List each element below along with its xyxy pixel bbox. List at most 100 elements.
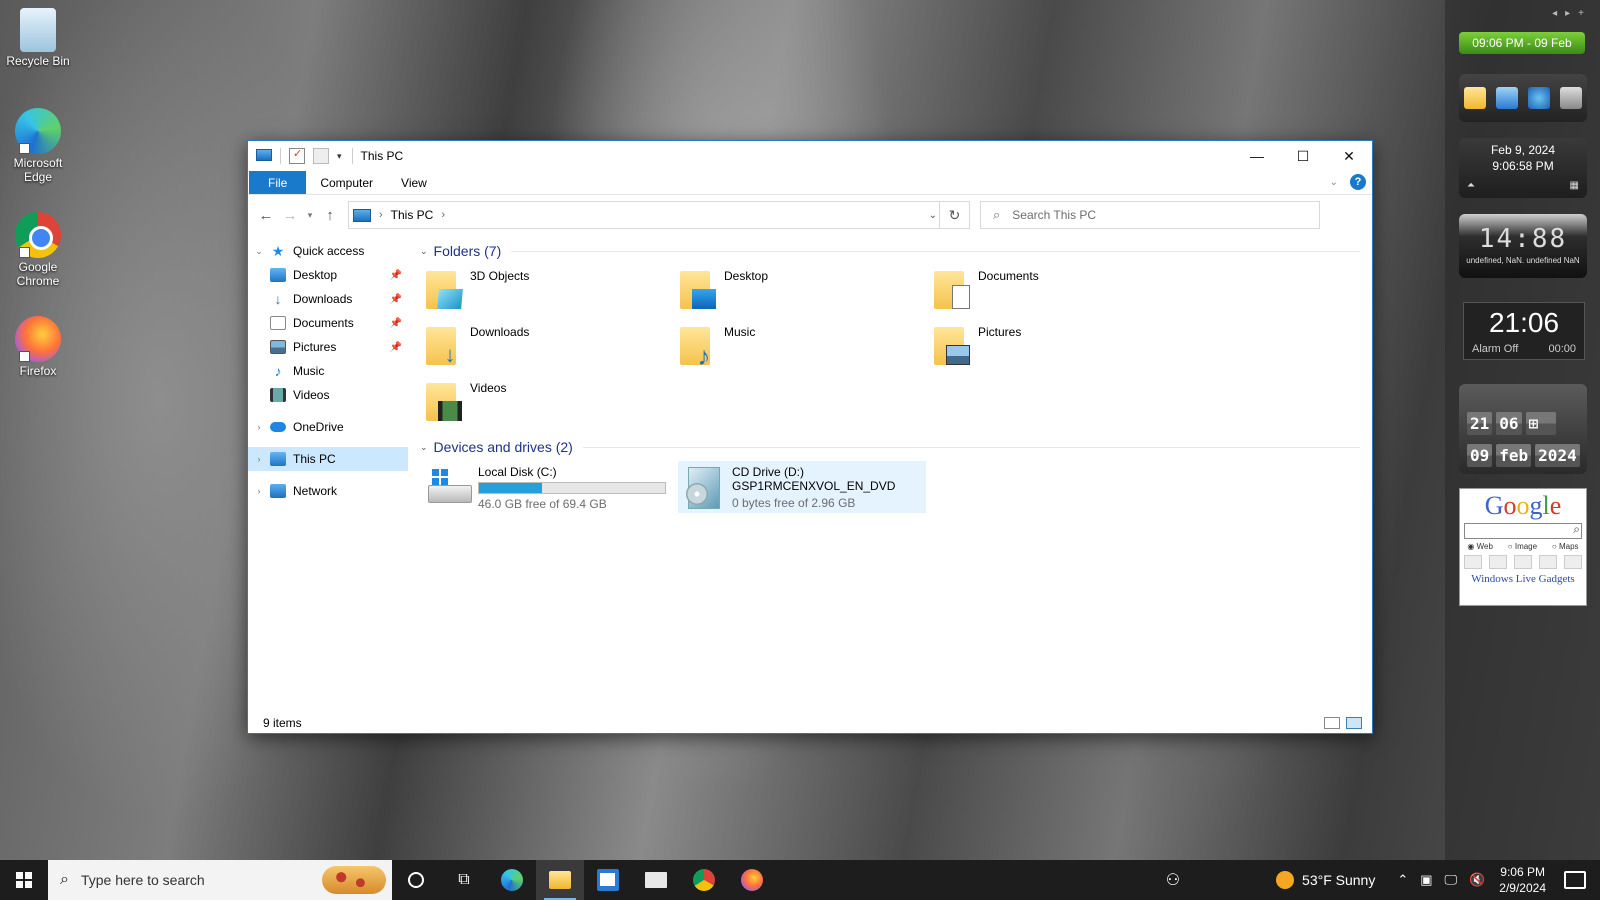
details-view-button[interactable] [1324, 717, 1340, 729]
meet-now-icon[interactable]: ▣ [1420, 872, 1432, 888]
search-highlight-pizza-icon[interactable] [322, 866, 386, 894]
weather-text[interactable]: 53°F Sunny [1302, 872, 1375, 888]
nav-item-music[interactable]: ♪ Music [248, 359, 408, 383]
nav-quick-access[interactable]: ⌄ ★ Quick access [248, 239, 408, 263]
recycle-bin-icon[interactable] [1560, 87, 1582, 109]
large-icons-view-button[interactable] [1346, 717, 1362, 729]
close-button[interactable]: ✕ [1326, 141, 1372, 171]
digital-clock-gadget[interactable]: 14:88 undefined, NaN. undefined NaN [1459, 214, 1587, 278]
new-folder-icon[interactable] [313, 148, 329, 164]
taskbar-mail[interactable] [632, 860, 680, 900]
folder-videos[interactable]: Videos [424, 375, 678, 431]
cortana-button[interactable] [392, 860, 440, 900]
customize-quick-access-icon[interactable]: ▾ [337, 151, 342, 162]
start-button[interactable] [0, 860, 48, 900]
taskbar-chrome[interactable] [680, 860, 728, 900]
clock-bar-gadget[interactable]: 09:06 PM - 09 Feb [1459, 32, 1585, 54]
expand-icon[interactable]: › [248, 454, 270, 464]
collapse-icon[interactable]: ⌄ [420, 246, 428, 257]
folder-desktop[interactable]: Desktop [678, 263, 932, 319]
maximize-button[interactable]: ☐ [1280, 141, 1326, 171]
computer-icon[interactable] [1496, 87, 1518, 109]
recent-locations-button[interactable]: ▾ [302, 210, 318, 221]
drive-d[interactable]: CD Drive (D:) GSP1RMCENXVOL_EN_DVD 0 byt… [678, 461, 926, 513]
maps-link-icon[interactable] [1463, 555, 1482, 569]
folder-documents[interactable]: Documents [932, 263, 1186, 319]
nav-item-downloads[interactable]: ↓ Downloads 📌 [248, 287, 408, 311]
back-button[interactable]: ← [254, 207, 278, 224]
date-time-gadget[interactable]: Feb 9, 2024 9:06:58 PM ⏶ ▦ [1459, 138, 1587, 198]
nav-item-network[interactable]: › Network [248, 479, 408, 503]
internet-explorer-icon[interactable] [1528, 87, 1550, 109]
weather-sun-icon[interactable] [1276, 871, 1295, 889]
taskbar-firefox[interactable] [728, 860, 776, 900]
nav-item-desktop[interactable]: Desktop 📌 [248, 263, 408, 287]
up-button[interactable]: ↑ [318, 207, 342, 224]
gadgets-footer-link[interactable]: Windows Live Gadgets [1460, 573, 1586, 585]
taskbar-clock[interactable]: 9:06 PM 2/9/2024 [1499, 864, 1546, 896]
radio-web[interactable]: ◉ Web [1467, 542, 1493, 551]
folder-3d-objects[interactable]: 3D Objects [424, 263, 678, 319]
expand-ribbon-icon[interactable]: ⌄ [1330, 177, 1338, 188]
folder-music[interactable]: ♪ Music [678, 319, 932, 375]
ebay-link-icon[interactable] [1564, 555, 1583, 569]
calendar-icon[interactable]: ▦ [1570, 178, 1579, 194]
tab-file[interactable]: File [249, 171, 307, 194]
show-hidden-icons-chevron-icon[interactable]: ⌃ [1397, 872, 1408, 888]
youtube-link-icon[interactable] [1513, 555, 1532, 569]
refresh-button[interactable]: ↻ [939, 202, 969, 228]
radio-image[interactable]: ○ Image [1508, 542, 1537, 551]
folder-downloads[interactable]: ↓ Downloads [424, 319, 678, 375]
drive-c[interactable]: Local Disk (C:) 46.0 GB free of 69.4 GB [424, 461, 672, 513]
collapse-icon[interactable]: ⌄ [248, 246, 270, 257]
wikipedia-link-icon[interactable] [1488, 555, 1507, 569]
desktop-icon-firefox[interactable]: Firefox [4, 316, 72, 378]
folder-icon[interactable] [1464, 87, 1486, 109]
taskbar-edge[interactable] [488, 860, 536, 900]
nav-item-this-pc[interactable]: › This PC [248, 447, 408, 471]
network-icon[interactable]: 🖵 [1445, 872, 1458, 888]
nav-item-onedrive[interactable]: › OneDrive [248, 415, 408, 439]
breadcrumb-separator-icon[interactable]: › [379, 209, 383, 221]
action-center-icon[interactable] [1564, 871, 1586, 889]
folder-pictures[interactable]: Pictures [932, 319, 1186, 375]
minimize-button[interactable]: — [1234, 141, 1280, 171]
breadcrumb-separator-icon[interactable]: › [441, 209, 445, 221]
task-view-button[interactable]: ⧉ [440, 860, 488, 900]
address-bar[interactable]: › This PC › ⌄ ↻ [348, 201, 970, 229]
taskbar-store[interactable] [584, 860, 632, 900]
group-header-folders[interactable]: ⌄ Folders (7) [420, 239, 1372, 263]
nav-label: Desktop [293, 268, 338, 282]
amazon-link-icon[interactable] [1539, 555, 1558, 569]
group-header-devices[interactable]: ⌄ Devices and drives (2) [420, 435, 1372, 459]
people-icon[interactable]: ⚇ [1166, 870, 1180, 890]
expand-icon[interactable]: › [248, 486, 270, 496]
tab-view[interactable]: View [387, 171, 441, 194]
launcher-gadget[interactable] [1459, 74, 1587, 122]
flip-clock-gadget[interactable]: 21 06 ⊞ 09 feb 2024 [1459, 384, 1587, 474]
alarm-bell-icon[interactable]: ⏶ [1467, 178, 1475, 194]
sidebar-controls[interactable]: ◂▸+ [1552, 8, 1592, 19]
expand-icon[interactable]: › [248, 422, 270, 432]
desktop-icon-edge[interactable]: Microsoft Edge [4, 108, 72, 184]
search-box[interactable]: ⌕ Search This PC [980, 201, 1320, 229]
title-bar[interactable]: ▾ This PC — ☐ ✕ [248, 141, 1372, 171]
breadcrumb-this-pc[interactable]: This PC [391, 208, 434, 222]
desktop-icon-chrome[interactable]: Google Chrome [4, 212, 72, 288]
volume-muted-icon[interactable]: 🔇 [1469, 872, 1485, 888]
radio-maps[interactable]: ○ Maps [1552, 542, 1579, 551]
tab-computer[interactable]: Computer [306, 171, 387, 194]
address-history-dropdown-icon[interactable]: ⌄ [929, 210, 937, 221]
alarm-clock-gadget[interactable]: 21:06 Alarm Off 00:00 [1463, 302, 1585, 360]
properties-icon[interactable] [289, 147, 305, 164]
help-icon[interactable]: ? [1350, 174, 1366, 190]
collapse-icon[interactable]: ⌄ [420, 442, 428, 453]
google-search-input[interactable] [1464, 522, 1582, 539]
nav-item-documents[interactable]: Documents 📌 [248, 311, 408, 335]
taskbar-search-box[interactable]: ⌕ Type here to search [48, 860, 392, 900]
nav-item-pictures[interactable]: Pictures 📌 [248, 335, 408, 359]
forward-button[interactable]: → [278, 207, 302, 224]
desktop-icon-recycle-bin[interactable]: Recycle Bin [4, 8, 72, 68]
nav-item-videos[interactable]: Videos [248, 383, 408, 407]
taskbar-file-explorer[interactable] [536, 860, 584, 900]
